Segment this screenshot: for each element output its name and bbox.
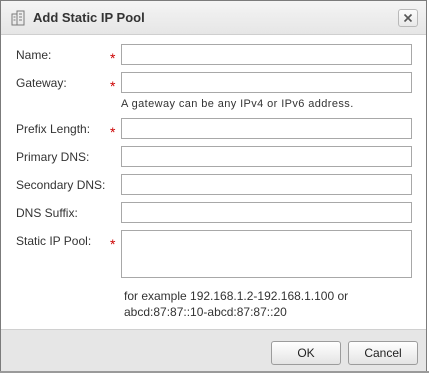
gateway-input[interactable] <box>121 72 412 93</box>
primary-dns-input[interactable] <box>121 146 412 167</box>
example-line-2: abcd:87:87::10-abcd:87:87::20 <box>124 305 287 319</box>
prefix-length-input[interactable] <box>121 118 412 139</box>
static-ip-pool-label: Static IP Pool: <box>16 234 92 248</box>
cancel-button[interactable]: Cancel <box>348 341 418 365</box>
example-line-1: for example 192.168.1.2-192.168.1.100 or <box>124 289 349 303</box>
static-ip-pool-example: for example 192.168.1.2-192.168.1.100 or… <box>124 288 348 320</box>
static-ip-pool-textarea[interactable] <box>121 230 412 278</box>
dialog-titlebar: Add Static IP Pool <box>1 1 426 35</box>
close-icon <box>403 13 413 23</box>
name-input[interactable] <box>121 44 412 65</box>
ok-button[interactable]: OK <box>271 341 341 365</box>
static-ip-pool-required-marker: * <box>110 236 116 252</box>
name-required-marker: * <box>110 50 116 66</box>
add-static-ip-pool-dialog: Add Static IP Pool Name: * Gateway: * A … <box>0 0 427 371</box>
dns-suffix-input[interactable] <box>121 202 412 223</box>
prefix-length-required-marker: * <box>110 124 116 140</box>
dialog-footer: OK Cancel <box>1 329 426 371</box>
ip-pool-icon <box>11 10 25 26</box>
secondary-dns-input[interactable] <box>121 174 412 195</box>
gateway-hint: A gateway can be any IPv4 or IPv6 addres… <box>121 98 354 110</box>
gateway-label: Gateway: <box>16 76 67 90</box>
close-button[interactable] <box>398 9 418 27</box>
dialog-title: Add Static IP Pool <box>33 10 145 25</box>
secondary-dns-label: Secondary DNS: <box>16 178 106 192</box>
prefix-length-label: Prefix Length: <box>16 122 91 136</box>
name-label: Name: <box>16 48 52 62</box>
primary-dns-label: Primary DNS: <box>16 150 90 164</box>
dns-suffix-label: DNS Suffix: <box>16 206 78 220</box>
gateway-required-marker: * <box>110 78 116 94</box>
